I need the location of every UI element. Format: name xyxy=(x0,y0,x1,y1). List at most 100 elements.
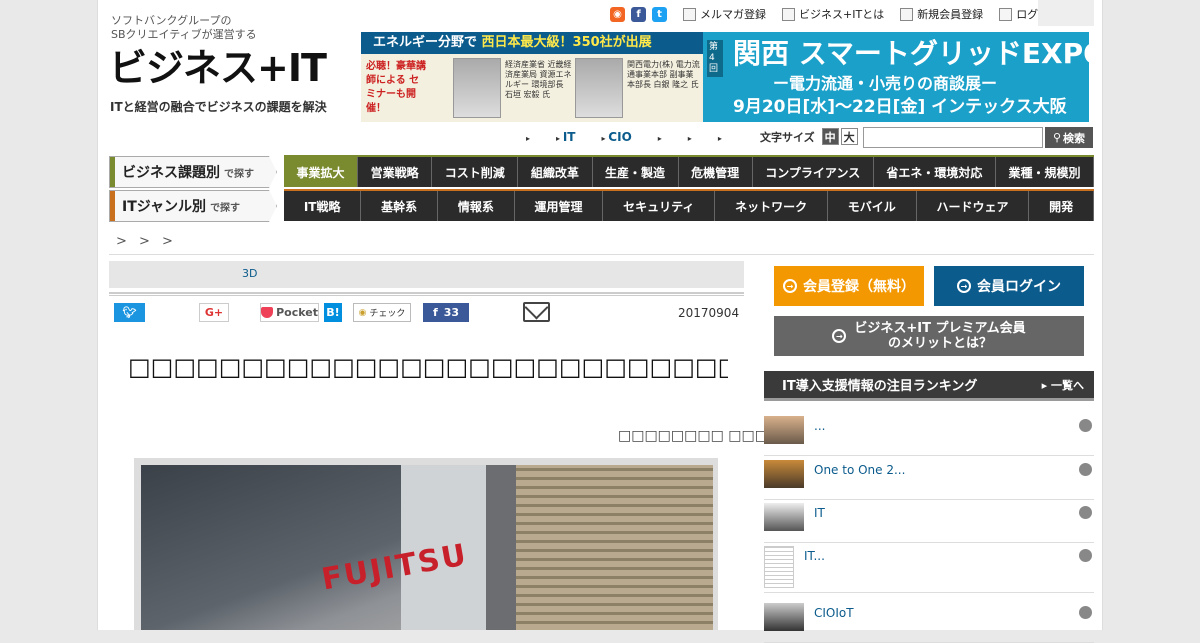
twitter-share-button[interactable]: 🐦︎ xyxy=(114,303,145,322)
tab-industry[interactable]: 業種・規模別 xyxy=(995,157,1095,187)
search-input[interactable] xyxy=(863,127,1043,148)
tab-compliance[interactable]: コンプライアンス xyxy=(752,157,874,187)
biz-label-sub: で探す xyxy=(224,168,254,180)
tab-production[interactable]: 生産・製造 xyxy=(592,157,679,187)
ranking-thumbnail xyxy=(764,603,804,631)
tab-it-strategy[interactable]: IT戦略 xyxy=(284,191,362,221)
member-login-button[interactable]: → 会員ログイン xyxy=(934,266,1084,306)
pen-icon xyxy=(900,7,914,21)
search-button[interactable]: ⚲ 検索 xyxy=(1045,127,1093,148)
header-placeholder xyxy=(1038,0,1094,26)
subnav-item-it[interactable]: IT xyxy=(556,130,576,144)
hatena-bookmark-button[interactable]: B! xyxy=(324,303,342,322)
login-icon xyxy=(999,7,1013,21)
tab-risk-management[interactable]: 危機管理 xyxy=(678,157,753,187)
biz-label-text: ビジネス課題別 xyxy=(122,165,220,181)
font-medium-button[interactable]: 中 xyxy=(821,128,839,145)
mailmag-link[interactable]: メルマガ登録 xyxy=(683,6,766,22)
it-category-label: ITジャンル別 で探す xyxy=(109,190,277,222)
page: ソフトバンクグループの SBクリエイティブが運営する ビジネス+IT ITと経営… xyxy=(97,0,1103,643)
ranking-thumbnail xyxy=(764,503,804,531)
tab-hardware[interactable]: ハードウェア xyxy=(916,191,1030,221)
it-label-text: ITジャンル別 xyxy=(122,199,207,215)
arrow-circle-icon: → xyxy=(783,279,797,293)
article-author[interactable]: □□□□□□□□ □□□□ xyxy=(618,428,781,444)
tab-info-systems[interactable]: 情報系 xyxy=(437,191,515,221)
facebook-share-button[interactable]: f 33 xyxy=(423,303,469,322)
about-label: ビジネス+ITとは xyxy=(799,8,885,21)
user-icon xyxy=(1079,463,1092,476)
question-icon xyxy=(782,7,795,21)
search-label: 検索 xyxy=(1063,131,1086,145)
site-logo[interactable]: ビジネス+IT xyxy=(109,48,327,88)
tab-biz-expansion[interactable]: 事業拡大 xyxy=(284,157,359,187)
register-link[interactable]: 新規会員登録 xyxy=(900,6,983,22)
subnav-item[interactable] xyxy=(526,130,530,144)
facebook-icon[interactable]: f xyxy=(631,6,646,22)
banner-bar-prefix: エネルギー分野で xyxy=(373,35,478,50)
twitter-icon[interactable]: t xyxy=(652,6,667,22)
speaker2-text: 関西電力(株) 電力流通事業本部 副事業本部長 白銀 隆之 氏 xyxy=(627,60,700,89)
pocket-label: Pocket xyxy=(276,306,318,319)
googleplus-share-button[interactable]: G+ xyxy=(199,303,229,322)
speaker1-text: 経済産業省 近畿経済産業局 資源エネルギー 環境部長 石垣 宏毅 氏 xyxy=(505,60,572,99)
article-photo[interactable]: FUJITSU xyxy=(141,465,713,630)
mailmag-label: メルマガ登録 xyxy=(700,8,766,21)
ranking-item[interactable]: ... xyxy=(764,413,1094,456)
tab-operations[interactable]: 運用管理 xyxy=(514,191,604,221)
ranking-item[interactable]: One to One 2... xyxy=(764,457,1094,500)
article-tag[interactable]: 3D xyxy=(242,267,257,280)
member-register-button[interactable]: → 会員登録（無料） xyxy=(774,266,924,306)
biz-label-accent xyxy=(110,157,115,187)
banner-right: 第4回 関西 スマートグリッドEXPO ー電力流通・小売りの商談展ー 9月20日… xyxy=(703,32,1089,122)
ranking-thumbnail xyxy=(764,546,794,588)
subnav-item[interactable] xyxy=(658,130,662,144)
font-size-label: 文字サイズ xyxy=(760,130,815,144)
user-icon xyxy=(1079,419,1092,432)
googleplus-icon: G+ xyxy=(204,306,224,319)
ad-banner[interactable]: エネルギー分野で 西日本最大級！350社が出展 必聴！豪華講師による セミナーも… xyxy=(361,32,1089,122)
premium-member-button[interactable]: → ビジネス+IT プレミアム会員 のメリットとは？ xyxy=(774,316,1084,356)
user-icon xyxy=(1079,606,1092,619)
tab-mobile[interactable]: モバイル xyxy=(827,191,917,221)
tab-energy[interactable]: 省エネ・環境対応 xyxy=(873,157,996,187)
ranking-title: IT導入支援情報の注目ランキング xyxy=(782,379,978,394)
ranking-more-link[interactable]: ▸ 一覧へ xyxy=(1042,377,1084,393)
check-label: チェック xyxy=(369,309,406,319)
font-size-control: 文字サイズ 中 大 xyxy=(760,128,858,145)
subnav-item[interactable] xyxy=(688,130,692,144)
tab-development[interactable]: 開発 xyxy=(1029,191,1094,221)
tab-org-reform[interactable]: 組織改革 xyxy=(518,157,593,187)
rss-icon[interactable]: ◉ xyxy=(610,6,625,22)
login-btn-label: 会員ログイン xyxy=(977,279,1061,295)
tab-security[interactable]: セキュリティ xyxy=(603,191,716,221)
mail-share-icon[interactable] xyxy=(523,302,550,322)
banner-left: エネルギー分野で 西日本最大級！350社が出展 必聴！豪華講師による セミナーも… xyxy=(361,32,703,122)
font-large-button[interactable]: 大 xyxy=(840,128,858,145)
user-icon xyxy=(1079,549,1092,562)
ranking-item-title[interactable]: ... xyxy=(814,419,825,433)
logo-sub-line1: ソフトバンクグループの xyxy=(111,14,232,27)
banner-bar: エネルギー分野で 西日本最大級！350社が出展 xyxy=(361,32,703,54)
premium-line1: ビジネス+IT プレミアム会員 xyxy=(854,321,1026,336)
tab-network[interactable]: ネットワーク xyxy=(715,191,828,221)
subnav-item-cio[interactable]: CIO xyxy=(601,130,631,144)
ranking-item-title[interactable]: IT xyxy=(814,506,825,520)
ranking-item[interactable]: IT... xyxy=(764,543,1094,593)
ranking-item-title[interactable]: IT... xyxy=(804,549,825,563)
ranking-item-title[interactable]: CIOIoT xyxy=(814,606,854,620)
ranking-item[interactable]: CIOIoT xyxy=(764,600,1094,643)
ranking-thumbnail xyxy=(764,460,804,488)
pocket-button[interactable]: Pocket xyxy=(260,303,319,322)
breadcrumb[interactable]: > > > xyxy=(116,234,177,249)
ranking-item-title[interactable]: One to One 2... xyxy=(814,463,905,477)
ranking-item[interactable]: IT xyxy=(764,500,1094,543)
tab-core-systems[interactable]: 基幹系 xyxy=(361,191,438,221)
premium-text: ビジネス+IT プレミアム会員 のメリットとは？ xyxy=(854,321,1025,351)
mixi-check-button[interactable]: ◉ チェック xyxy=(353,303,411,322)
tab-sales-strategy[interactable]: 営業戦略 xyxy=(358,157,433,187)
subnav-item[interactable] xyxy=(718,130,722,144)
tab-cost-reduction[interactable]: コスト削減 xyxy=(432,157,519,187)
article-subbar: 3D xyxy=(109,261,744,288)
about-link[interactable]: ビジネス+ITとは xyxy=(782,6,884,22)
